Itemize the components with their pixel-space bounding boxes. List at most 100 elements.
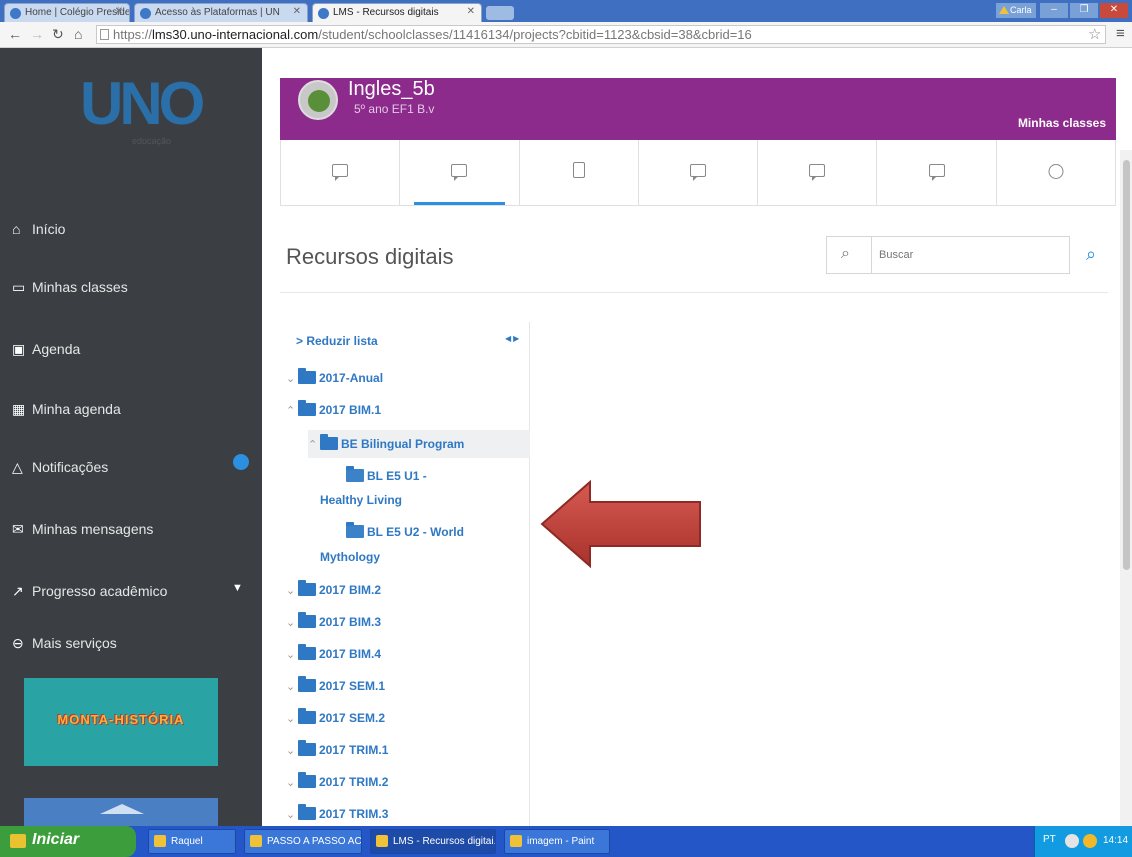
chat-board-icon (928, 164, 945, 181)
url-host: lms30.uno-internacional.com (152, 27, 319, 42)
tree-label: 2017 BIM.4 (319, 647, 382, 661)
tree-folder-2017-sem1[interactable]: ⌄ 2017 SEM.1 (286, 676, 385, 695)
bell-icon: △ (12, 459, 23, 475)
sidebar-item-minhas-classes[interactable]: ▭ Minhas classes (12, 276, 128, 298)
tree-label: 2017 BIM.3 (319, 615, 382, 629)
tree-item-bl-e5-u1[interactable]: BL E5 U1 - (346, 466, 427, 484)
home-icon: ⌂ (12, 221, 21, 237)
tree-item-bl-e5-u1-line2[interactable]: Healthy Living (320, 492, 402, 508)
circle-minus-icon: ⊖ (12, 635, 24, 651)
sidebar-item-minha-agenda[interactable]: ▦ Minha agenda (12, 398, 121, 420)
folder-icon (320, 434, 338, 450)
folder-icon (298, 400, 316, 416)
taskbar-item-passo[interactable]: PASSO A PASSO ACE... (244, 829, 362, 854)
browser-tab-home[interactable]: Home | Colégio Presidente I ✕ (4, 3, 130, 22)
tree-item-bl-e5-u2[interactable]: BL E5 U2 - World (346, 522, 464, 540)
network-icon[interactable] (1065, 834, 1079, 848)
task-label: imagem - Paint (527, 836, 595, 847)
folder-icon (298, 740, 316, 756)
taskbar-item-lms[interactable]: LMS - Recursos digitai... (370, 829, 496, 854)
maximize-button[interactable]: ❐ (1070, 3, 1098, 18)
chevron-up-icon: ⌃ (308, 439, 318, 451)
tree-folder-2017-trim1[interactable]: ⌄ 2017 TRIM.1 (286, 740, 388, 759)
sidebar-item-notificacoes[interactable]: △ Notificações (12, 456, 108, 478)
tab-messages[interactable] (758, 140, 878, 205)
tab-globe[interactable] (997, 140, 1115, 205)
start-button[interactable]: Iniciar (0, 826, 136, 857)
search-divider (871, 237, 872, 273)
my-classes-link[interactable]: Minhas classes (1018, 116, 1106, 130)
class-subtitle: 5º ano EF1 B.v (354, 102, 435, 116)
clock[interactable]: 14:14 (1103, 835, 1128, 846)
tree-folder-bilingual-program[interactable]: ⌃ BE Bilingual Program (308, 430, 530, 458)
search-input[interactable] (879, 243, 1059, 267)
windows-taskbar: Iniciar Raquel PASSO A PASSO ACE... LMS … (0, 826, 1132, 857)
tree-label: 2017 BIM.1 (319, 403, 382, 417)
tree-label: BL E5 U2 - World (367, 525, 464, 539)
tree-folder-2017-trim3[interactable]: ⌄ 2017 TRIM.3 (286, 804, 388, 823)
chevron-down-icon: ⌄ (286, 713, 296, 725)
globe-icon (1048, 164, 1064, 179)
chat-users-icon (689, 164, 706, 181)
tree-folder-2017-trim2[interactable]: ⌄ 2017 TRIM.2 (286, 772, 388, 791)
tab-resources[interactable] (400, 140, 520, 205)
reload-icon[interactable]: ↻ (52, 26, 64, 43)
folder-icon (298, 612, 316, 628)
collapse-list-link[interactable]: > Reduzir lista (296, 334, 378, 348)
taskbar-item-paint[interactable]: imagem - Paint (504, 829, 610, 854)
search-button-icon[interactable]: ⌕ (1086, 244, 1096, 265)
minimize-button[interactable]: – (1040, 3, 1068, 18)
close-tab-icon[interactable]: ✕ (293, 6, 301, 17)
tab-chat-board[interactable] (877, 140, 997, 205)
uno-logo[interactable]: UNO educação (80, 74, 205, 148)
search-icon: ⌕ (841, 245, 850, 262)
scrollbar-thumb[interactable] (1123, 160, 1130, 570)
close-tab-icon[interactable]: ✕ (467, 6, 475, 17)
profile-chip[interactable]: Carla (996, 3, 1036, 18)
monta-historia-banner[interactable]: MONTA-HISTÓRIA (24, 678, 218, 766)
sidebar-item-minhas-mensagens[interactable]: ✉ Minhas mensagens (12, 518, 153, 540)
tree-folder-2017-bim3[interactable]: ⌄ 2017 BIM.3 (286, 612, 382, 631)
tab-documents[interactable] (520, 140, 639, 205)
chevron-down-icon: ⌄ (286, 617, 296, 629)
tree-item-bl-e5-u2-line2[interactable]: Mythology (320, 549, 380, 565)
close-tab-icon[interactable]: ✕ (115, 6, 123, 17)
tab-chat-users[interactable] (639, 140, 759, 205)
back-arrow-icon[interactable]: ← (8, 26, 22, 42)
browser-tab-bar: Home | Colégio Presidente I ✕ Acesso às … (0, 0, 1132, 23)
url-input[interactable]: https://lms30.uno-internacional.com/stud… (96, 25, 1106, 44)
close-window-button[interactable]: ✕ (1100, 3, 1128, 18)
bookmark-star-icon[interactable]: ☆ (1088, 25, 1101, 43)
volume-icon[interactable] (1083, 834, 1097, 848)
folder-icon (298, 580, 316, 596)
sidebar-item-progresso-academico[interactable]: ↗ Progresso acadêmico (12, 580, 167, 602)
taskbar-item-raquel[interactable]: Raquel (148, 829, 236, 854)
new-tab-button[interactable] (486, 6, 514, 20)
sidebar-item-mais-servicos[interactable]: ⊖ Mais serviços (12, 632, 117, 654)
tree-folder-2017-bim2[interactable]: ⌄ 2017 BIM.2 (286, 580, 381, 599)
chevron-up-icon: ⌃ (286, 405, 296, 417)
tree-folder-2017-anual[interactable]: ⌄ 2017-Anual (286, 368, 383, 387)
browser-tab-acesso[interactable]: Acesso às Plataformas | UN ✕ (134, 3, 308, 22)
language-indicator[interactable]: PT (1043, 834, 1056, 845)
sidebar-item-agenda[interactable]: ▣ Agenda (12, 338, 80, 360)
forward-arrow-icon[interactable]: → (30, 26, 44, 42)
calendar-icon: ▣ (12, 341, 26, 357)
chevron-down-icon[interactable]: ▼ (232, 582, 243, 594)
browser-tab-lms[interactable]: LMS - Recursos digitais ✕ (312, 3, 482, 23)
secondary-banner[interactable] (24, 798, 218, 826)
search-box: ⌕ (826, 236, 1070, 274)
tree-folder-2017-bim4[interactable]: ⌄ 2017 BIM.4 (286, 644, 382, 663)
expand-arrows-icon[interactable]: ◀▶ (505, 334, 521, 343)
tree-folder-2017-sem2[interactable]: ⌄ 2017 SEM.2 (286, 708, 385, 727)
tab-label: Acesso às Plataformas | UN (155, 7, 280, 18)
tree-label: BL E5 U1 - (367, 469, 427, 483)
sidebar-item-inicio[interactable]: ⌂ Início (12, 218, 65, 240)
tree-folder-2017-bim1[interactable]: ⌃ 2017 BIM.1 (286, 400, 382, 419)
red-arrow-annotation (540, 479, 701, 569)
home-icon[interactable]: ⌂ (74, 26, 82, 42)
task-label: Raquel (171, 836, 203, 847)
folder-icon (298, 644, 316, 660)
browser-menu-icon[interactable]: ≡ (1116, 25, 1125, 42)
tab-chat-home[interactable] (281, 140, 401, 205)
